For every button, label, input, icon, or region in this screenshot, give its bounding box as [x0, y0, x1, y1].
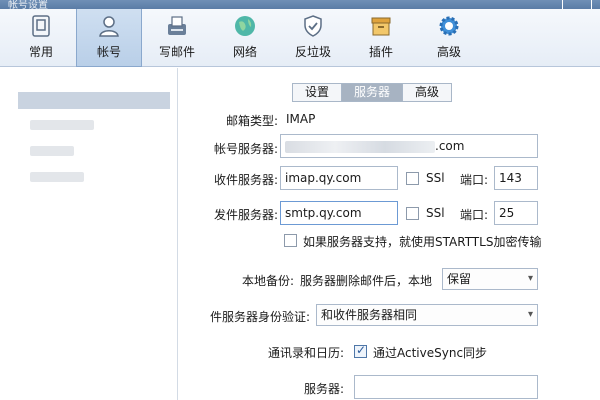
- gear-icon: [439, 16, 459, 36]
- account-server-label: 帐号服务器:: [213, 142, 278, 156]
- toolbar-compose-button[interactable]: 写邮件: [144, 9, 210, 67]
- shield-icon: [304, 15, 322, 37]
- user-icon: [99, 16, 119, 37]
- chevron-down-icon: ▾: [527, 309, 533, 320]
- account-list: [0, 68, 178, 400]
- redacted-text: [285, 140, 435, 153]
- blurred-account-item[interactable]: [30, 146, 74, 156]
- tab-advanced[interactable]: 高级: [402, 83, 453, 102]
- chevron-down-icon: ▾: [527, 273, 533, 284]
- window-titlebar: 帐号设置: [0, 0, 600, 11]
- server-label: 服务器:: [303, 382, 344, 396]
- server-input[interactable]: [354, 375, 538, 399]
- toolbar-label: 网络: [232, 45, 257, 59]
- toolbar-advanced-button[interactable]: 高级: [416, 9, 482, 67]
- toolbar-network-button[interactable]: 网络: [212, 9, 278, 67]
- plugin-icon: [371, 17, 391, 36]
- starttls-label: 如果服务器支持，就使用STARTTLS加密传输: [303, 235, 542, 249]
- general-icon: [32, 15, 50, 37]
- incoming-ssl-label: SSl: [426, 171, 445, 185]
- mail-type-value: IMAP: [286, 112, 316, 126]
- toolbar-plugin-button[interactable]: 插件: [348, 9, 414, 67]
- tab-settings[interactable]: 设置: [292, 83, 342, 102]
- incoming-server-label: 收件服务器:: [213, 173, 278, 187]
- activesync-checkbox[interactable]: ✓: [354, 343, 367, 358]
- account-settings-panel: 设置 服务器 高级 邮箱类型: IMAP 帐号服务器: .com 收件服务器: …: [180, 68, 600, 400]
- auth-label: 件服务器身份验证:: [209, 310, 310, 324]
- outgoing-port-input[interactable]: 25: [494, 201, 538, 225]
- mail-type-label: 邮箱类型:: [225, 114, 278, 128]
- incoming-ssl-checkbox[interactable]: [406, 172, 419, 185]
- toolbar-account-button[interactable]: 帐号: [76, 9, 142, 67]
- toolbar-antispam-button[interactable]: 反垃圾: [280, 9, 346, 67]
- settings-tabs: 设置 服务器 高级: [292, 83, 453, 102]
- settings-toolbar: 常用 帐号 写邮件 网络 反垃圾 插件 高级: [0, 9, 600, 67]
- auth-select-value: 和收件服务器相同: [321, 308, 418, 322]
- outgoing-port-label: 端口:: [460, 208, 489, 222]
- starttls-checkbox[interactable]: [284, 234, 297, 247]
- toolbar-label: 帐号: [96, 45, 121, 59]
- incoming-port-label: 端口:: [460, 173, 489, 187]
- account-server-suffix: .com: [435, 139, 465, 153]
- outgoing-server-label: 发件服务器:: [213, 208, 278, 222]
- blurred-account-item[interactable]: [30, 172, 84, 182]
- local-backup-label: 本地备份:: [241, 274, 294, 288]
- blurred-account-item[interactable]: [30, 120, 94, 130]
- toolbar-label: 写邮件: [158, 45, 195, 59]
- local-backup-select-value: 保留: [447, 272, 472, 286]
- close-button[interactable]: [562, 0, 592, 9]
- account-list-item-selected[interactable]: [18, 92, 170, 109]
- incoming-server-input[interactable]: imap.qy.com: [280, 166, 398, 190]
- outgoing-server-input[interactable]: smtp.qy.com: [280, 201, 398, 225]
- toolbar-label: 常用: [28, 45, 53, 59]
- local-backup-select[interactable]: 保留 ▾: [442, 268, 538, 290]
- activesync-label: 通过ActiveSync同步: [373, 346, 488, 360]
- outgoing-ssl-checkbox[interactable]: [406, 207, 419, 220]
- compose-icon: [168, 16, 186, 35]
- contacts-label: 通讯录和日历:: [267, 346, 344, 360]
- toolbar-general-button[interactable]: 常用: [8, 9, 74, 67]
- globe-icon: [235, 16, 255, 36]
- checkmark-icon: ✓: [356, 343, 367, 357]
- toolbar-label: 高级: [436, 45, 461, 59]
- incoming-port-input[interactable]: 143: [494, 166, 538, 190]
- local-backup-text: 服务器删除邮件后，本地: [300, 274, 433, 288]
- account-server-input[interactable]: .com: [280, 134, 538, 158]
- tab-server[interactable]: 服务器: [341, 83, 403, 102]
- auth-select[interactable]: 和收件服务器相同 ▾: [316, 304, 538, 326]
- toolbar-label: 插件: [368, 45, 393, 59]
- outgoing-ssl-label: SSl: [426, 206, 445, 220]
- toolbar-label: 反垃圾: [294, 45, 331, 59]
